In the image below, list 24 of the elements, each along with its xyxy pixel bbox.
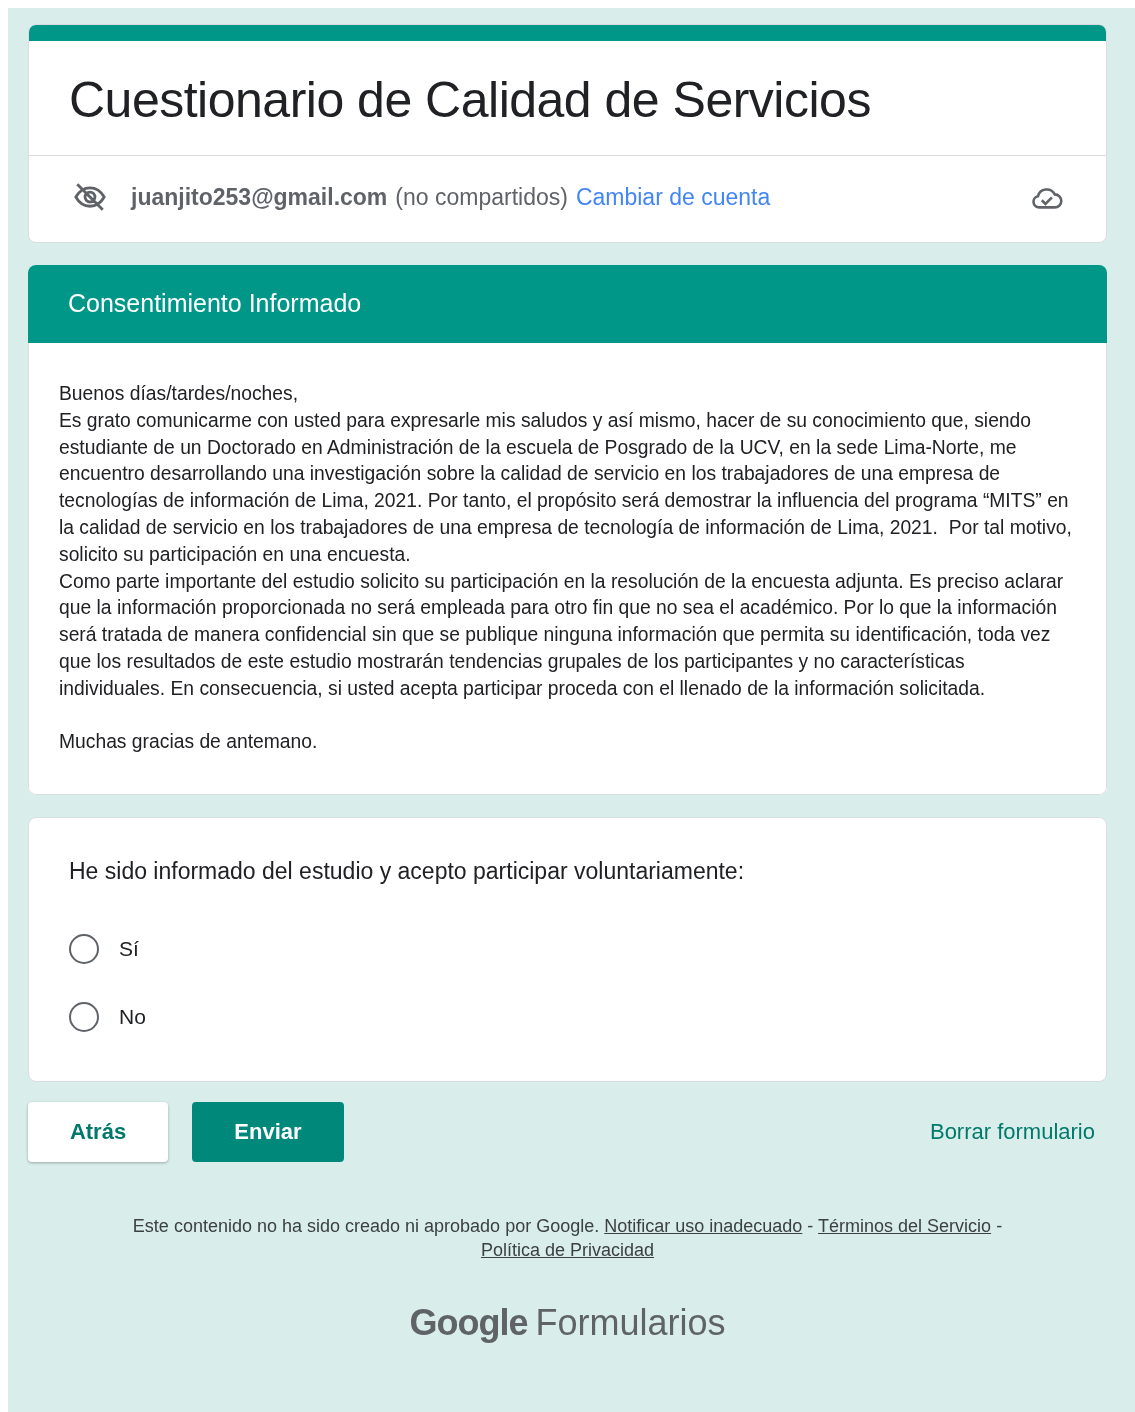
radio-button[interactable] xyxy=(69,1002,99,1033)
clear-form-button[interactable]: Borrar formulario xyxy=(917,1102,1107,1163)
eye-off-icon xyxy=(71,180,109,214)
consent-paragraph: Muchas gracias de antemano. xyxy=(59,730,319,755)
section-header: Consentimiento Informado xyxy=(28,265,1107,343)
footer-text: - xyxy=(996,1216,1003,1237)
sharing-note: (no compartidos) xyxy=(395,183,568,211)
question-text: He sido informado del estudio y acepto participar voluntariamente: xyxy=(69,858,746,886)
footer-link[interactable]: Notificar uso inadecuado xyxy=(604,1216,803,1237)
option-label: Sí xyxy=(119,937,139,962)
brand-logo: Google xyxy=(409,1302,528,1344)
radio-button[interactable] xyxy=(69,934,99,965)
footer-text: Este contenido no ha sido creado ni aprobado por Google. xyxy=(132,1216,600,1237)
product-name: Formularios xyxy=(535,1302,726,1344)
form-title: Cuestionario de Calidad de Servicios xyxy=(29,41,1106,156)
submit-button[interactable]: Enviar xyxy=(192,1102,344,1163)
footer-text: - xyxy=(807,1216,814,1237)
switch-account-link[interactable]: Cambiar de cuenta xyxy=(575,183,771,211)
option-label: No xyxy=(119,1005,146,1030)
consent-paragraph: Buenos días/tardes/noches, Es grato comunicarme con usted para expresarle mis saludos y así mismo, hacer de su conocimiento que, siendo estudiante de un Doctorado en Administración de la escuela de Posgrado de la UCV, en la sede Lima-Norte, me encuentro desarrollando una investigación sobre la calidad de servicio en los trabajadores de una empresa de tecnologías de información de Lima, 2021. Por tanto, el propósito será demostrar la influencia del programa “MITS” en la calidad de servicio en los trabajadores de una empresa de tecnología de información de Lima, 2021. Por tal motivo, solicito su participación en una encuesta. Como parte importante del estudio solicito su participación en la resolución de la encuesta adjunta. Es preciso aclarar que la información proporcionada no será empleada para otro fin que no sea el académico. Por lo que la información será tratada de manera confidencial sin que se publique ninguna información que permita su identificación, toda vez que los resultados de este estudio mostrarán tendencias grupales de los participantes y no características individuales. En consecuencia, si usted acepta participar proceda con el llenado de la información solicitada. xyxy=(59,382,1073,701)
footer-link[interactable]: Términos del Servicio xyxy=(818,1216,992,1237)
account-email: juanjito253@gmail.com xyxy=(131,183,388,211)
back-button[interactable]: Atrás xyxy=(28,1102,168,1163)
footer-link[interactable]: Política de Privacidad xyxy=(480,1240,655,1261)
